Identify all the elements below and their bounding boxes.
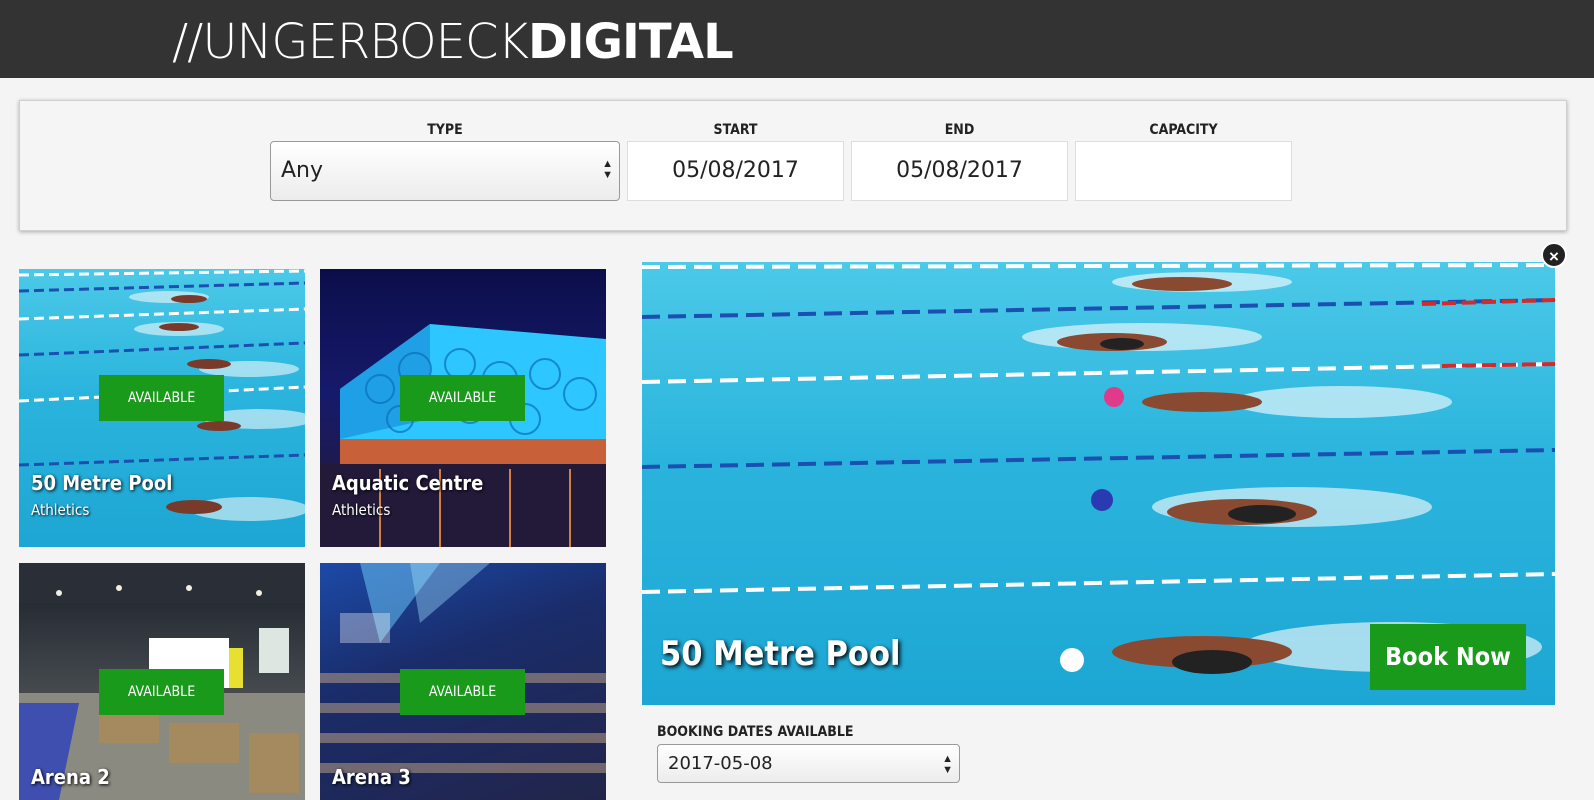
availability-badge: AVAILABLE bbox=[400, 669, 525, 715]
booking-date-select[interactable]: 2017-05-08 ▲ ▼ bbox=[657, 744, 960, 783]
select-arrows-icon: ▲ ▼ bbox=[942, 753, 953, 776]
venue-title: Arena 2 bbox=[31, 765, 110, 789]
type-label: TYPE bbox=[427, 122, 463, 138]
venue-title: Aquatic Centre bbox=[332, 471, 484, 495]
end-filter: END 05/08/2017 bbox=[851, 121, 1068, 201]
type-select[interactable]: Any ▲ ▼ bbox=[270, 141, 620, 201]
filter-panel: TYPE Any ▲ ▼ START 05/08/2017 END 05/08/2… bbox=[19, 100, 1567, 231]
start-date-input[interactable]: 05/08/2017 bbox=[627, 141, 844, 201]
venue-category: Athletics bbox=[332, 501, 391, 519]
venue-card-aquatic-centre[interactable]: AVAILABLE Aquatic Centre Athletics bbox=[320, 269, 606, 547]
close-icon[interactable]: × bbox=[1541, 242, 1567, 268]
availability-badge: AVAILABLE bbox=[99, 669, 224, 715]
top-bar: //UNGERBOECKDIGITAL bbox=[0, 0, 1594, 78]
venue-card-50-metre-pool[interactable]: AVAILABLE 50 Metre Pool Athletics bbox=[19, 269, 305, 547]
venue-title: 50 Metre Pool bbox=[31, 471, 173, 495]
venue-card-arena-3[interactable]: AVAILABLE Arena 3 bbox=[320, 563, 606, 800]
logo-light-text: UNGERBOECK bbox=[202, 14, 529, 70]
detail-title: 50 Metre Pool bbox=[660, 634, 901, 674]
type-filter: TYPE Any ▲ ▼ bbox=[270, 121, 620, 201]
end-label: END bbox=[944, 122, 975, 138]
start-filter: START 05/08/2017 bbox=[627, 121, 844, 201]
capacity-filter: CAPACITY bbox=[1075, 121, 1292, 201]
venue-detail-panel: 50 Metre Pool Book Now bbox=[642, 262, 1555, 705]
booking-date-value: 2017-05-08 bbox=[668, 753, 773, 774]
logo-prefix: // bbox=[172, 14, 203, 70]
capacity-input[interactable] bbox=[1075, 141, 1292, 201]
availability-badge: AVAILABLE bbox=[99, 375, 224, 421]
venue-title: Arena 3 bbox=[332, 765, 411, 789]
type-select-value: Any bbox=[281, 158, 324, 183]
logo-bold-text: DIGITAL bbox=[527, 14, 734, 70]
select-arrows-icon: ▲ ▼ bbox=[602, 158, 613, 181]
booking-dates-label: BOOKING DATES AVAILABLE bbox=[657, 724, 854, 740]
book-now-button[interactable]: Book Now bbox=[1370, 624, 1526, 690]
availability-badge: AVAILABLE bbox=[400, 375, 525, 421]
venue-category: Athletics bbox=[31, 501, 90, 519]
capacity-label: CAPACITY bbox=[1149, 122, 1218, 138]
brand-logo[interactable]: //UNGERBOECKDIGITAL bbox=[172, 14, 734, 70]
end-date-input[interactable]: 05/08/2017 bbox=[851, 141, 1068, 201]
venue-card-arena-2[interactable]: AVAILABLE Arena 2 bbox=[19, 563, 305, 800]
start-label: START bbox=[713, 122, 758, 138]
